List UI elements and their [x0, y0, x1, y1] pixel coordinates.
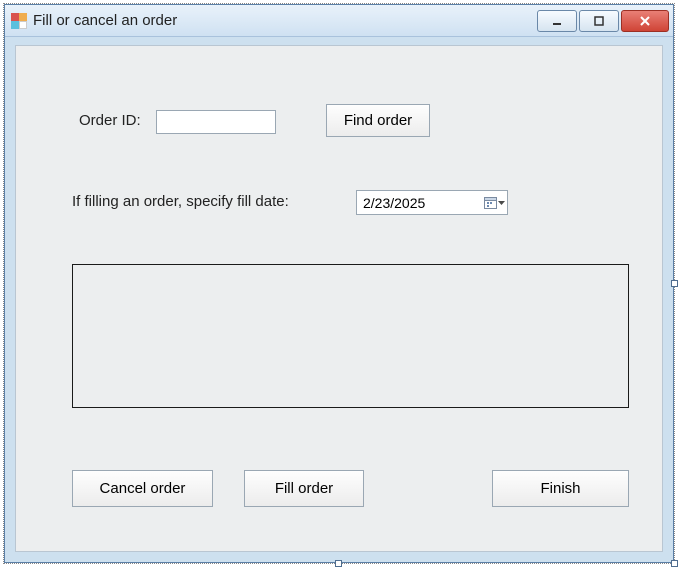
fill-date-label: If filling an order, specify fill date:: [72, 193, 289, 210]
close-button[interactable]: [621, 10, 669, 32]
calendar-icon: [484, 196, 497, 209]
cancel-order-button[interactable]: Cancel order: [72, 470, 213, 507]
fill-order-button[interactable]: Fill order: [244, 470, 364, 507]
chevron-down-icon: [498, 196, 505, 209]
close-icon: [638, 15, 652, 27]
maximize-button[interactable]: [579, 10, 619, 32]
fill-date-picker[interactable]: 2/23/2025: [356, 190, 508, 215]
minimize-icon: [551, 15, 563, 27]
window-title: Fill or cancel an order: [33, 12, 531, 29]
finish-button[interactable]: Finish: [492, 470, 629, 507]
order-id-label: Order ID:: [79, 112, 141, 129]
find-order-button[interactable]: Find order: [326, 104, 430, 137]
resize-handle-corner[interactable]: [671, 560, 678, 567]
fill-date-value: 2/23/2025: [363, 195, 479, 211]
minimize-button[interactable]: [537, 10, 577, 32]
window-buttons: [537, 10, 669, 32]
client-area: Order ID: Find order If filling an order…: [15, 45, 663, 552]
designer-surface: Fill or cancel an order Order ID:: [3, 3, 675, 564]
order-id-input[interactable]: [156, 110, 276, 134]
window-frame: Fill or cancel an order Order ID:: [4, 4, 674, 563]
resize-handle-right[interactable]: [671, 280, 678, 287]
calendar-dropdown-button[interactable]: [483, 193, 505, 212]
resize-handle-bottom[interactable]: [335, 560, 342, 567]
titlebar: Fill or cancel an order: [5, 5, 673, 37]
results-panel: [72, 264, 629, 408]
maximize-icon: [593, 15, 605, 27]
app-icon: [11, 13, 27, 29]
